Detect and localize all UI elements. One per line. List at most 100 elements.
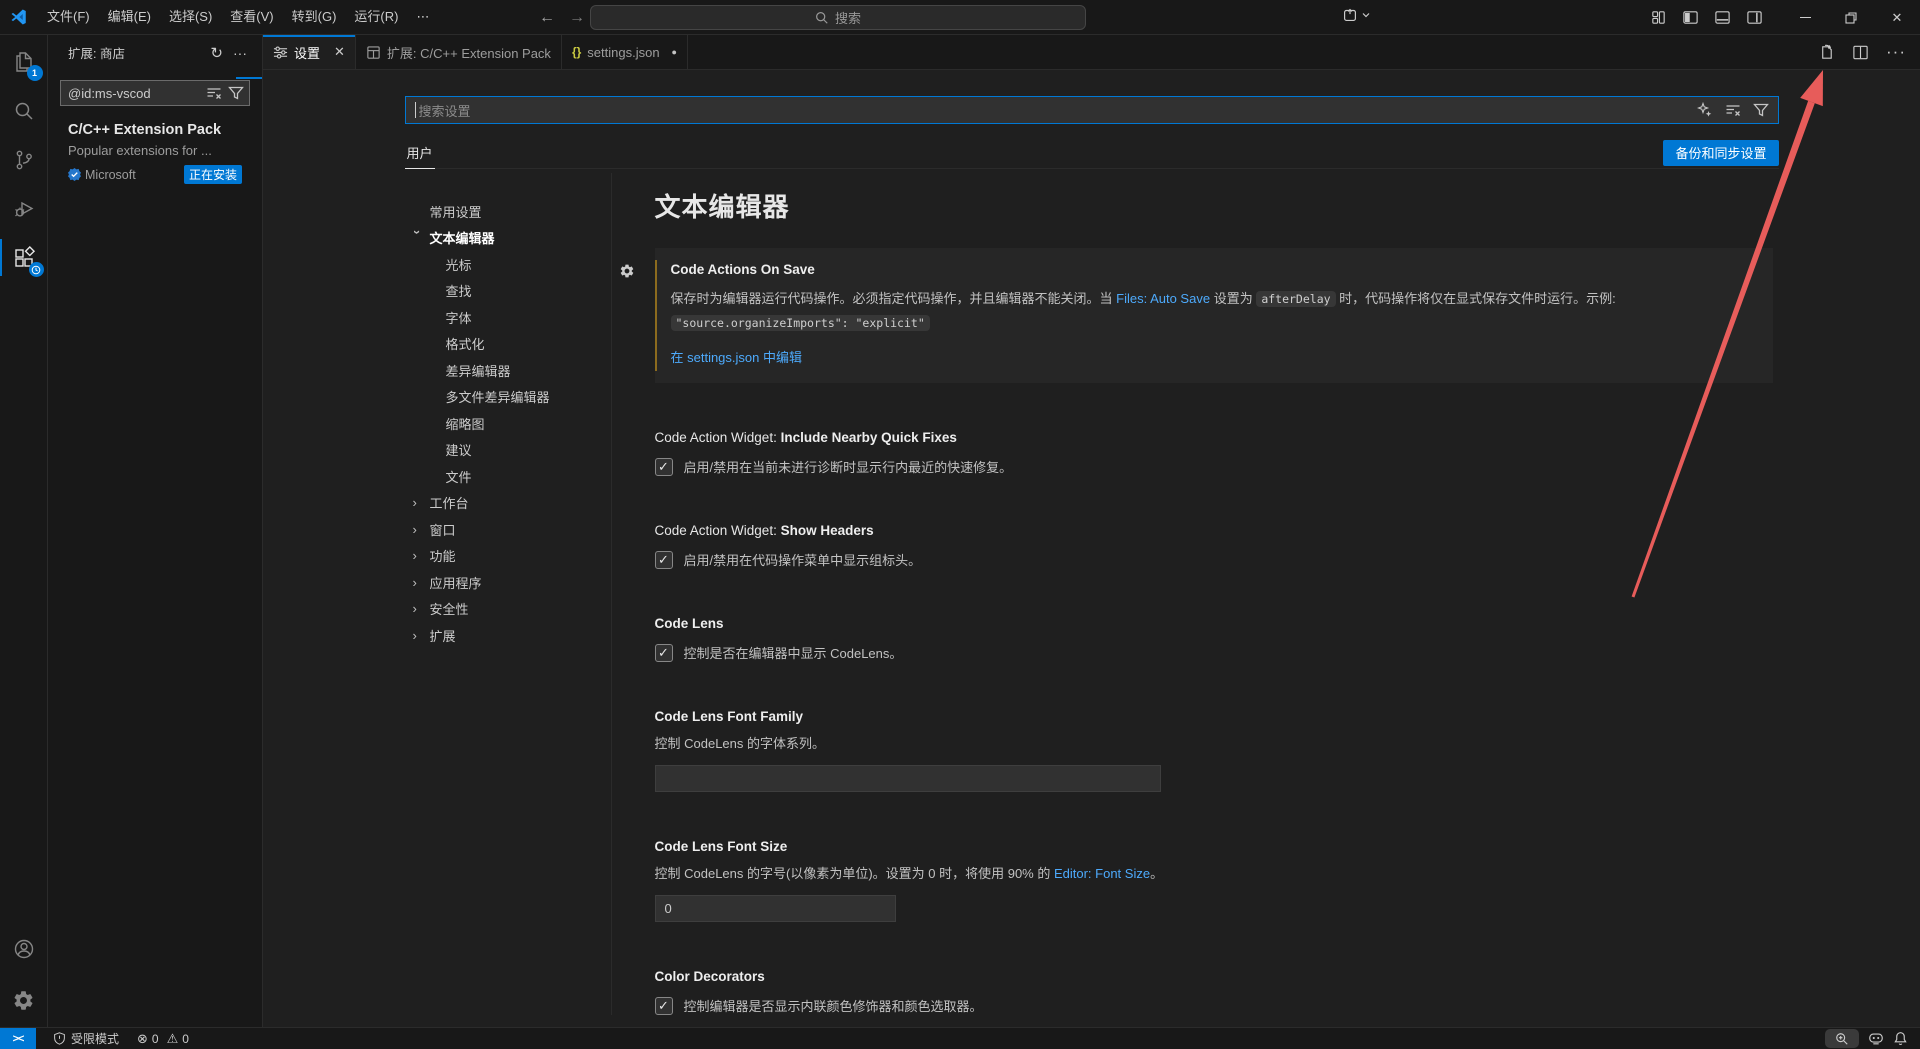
restricted-mode-label: 受限模式 <box>71 1032 120 1046</box>
filter-funnel-icon[interactable] <box>228 85 244 101</box>
command-center-search[interactable]: 搜索 <box>590 5 1086 30</box>
problems-item[interactable]: ⊗ 0 ⚠ 0 <box>128 1031 198 1047</box>
toc-item-features[interactable]: › 功能 <box>405 543 611 570</box>
editor-font-size-link[interactable]: Editor: Font Size <box>1054 866 1150 881</box>
toc-item-workbench[interactable]: › 工作台 <box>405 490 611 517</box>
setting-gear-icon[interactable] <box>619 263 635 279</box>
scope-tab-user[interactable]: 用户 <box>404 137 435 169</box>
restricted-mode-item[interactable]: 受限模式 <box>44 1028 128 1049</box>
toc-item-minimap[interactable]: 缩略图 <box>405 410 611 437</box>
setting-row-color-decorators: Color Decorators ✓ 控制编辑器是否显示内联颜色修饰器和颜色选取… <box>654 969 983 1015</box>
toc-item-window[interactable]: › 窗口 <box>405 516 611 543</box>
checkbox-checked[interactable]: ✓ <box>654 457 673 476</box>
checkbox-checked[interactable]: ✓ <box>654 643 673 662</box>
toc-item-find[interactable]: 查找 <box>405 278 611 305</box>
font-size-input[interactable]: 0 <box>654 895 896 922</box>
sync-window-icon <box>1341 6 1359 24</box>
tab-extension-editor[interactable]: 扩展: C/C++ Extension Pack <box>356 35 562 69</box>
tab-label: 设置 <box>294 45 321 61</box>
activity-bar: 1 <box>0 35 48 1027</box>
extension-list-item[interactable]: C/C++ Extension Pack Popular extensions … <box>48 106 262 194</box>
toc-item-suggestions[interactable]: 建议 <box>405 437 611 464</box>
toc-item-commonly-used[interactable]: 常用设置 <box>405 198 611 225</box>
notifications-bell-icon[interactable] <box>1893 1031 1908 1046</box>
layout-controls <box>1650 0 1763 35</box>
sidebar-title: 扩展: 商店 <box>68 47 125 61</box>
refresh-icon[interactable]: ↻ <box>205 44 228 62</box>
toggle-primary-sidebar-icon[interactable] <box>1682 9 1699 26</box>
zoom-status-icon[interactable] <box>1825 1029 1859 1048</box>
font-family-input[interactable] <box>654 765 1161 792</box>
menu-file[interactable]: 文件(F) <box>38 5 99 29</box>
source-control-icon[interactable] <box>0 135 48 184</box>
settings-gear-icon[interactable] <box>0 973 48 1027</box>
checkbox-checked[interactable]: ✓ <box>654 996 673 1015</box>
menu-run[interactable]: 运行(R) <box>345 5 407 29</box>
modified-dot-icon[interactable]: ● <box>672 47 677 57</box>
warnings-icon: ⚠ <box>166 1030 179 1046</box>
accounts-icon[interactable] <box>0 924 48 973</box>
toc-item-font[interactable]: 字体 <box>405 304 611 331</box>
run-debug-icon[interactable] <box>0 184 48 233</box>
chevron-right-icon: › <box>412 601 417 617</box>
toc-item-formatting[interactable]: 格式化 <box>405 331 611 358</box>
settings-sliders-icon <box>273 45 288 60</box>
copilot-status-icon[interactable] <box>1868 1031 1884 1046</box>
backup-sync-settings-button[interactable]: 备份和同步设置 <box>1663 139 1779 166</box>
edit-in-settings-json-link[interactable]: 在 settings.json 中编辑 <box>671 347 803 366</box>
editor-more-actions-icon[interactable]: ··· <box>1886 42 1906 62</box>
tab-settings[interactable]: 设置 ✕ <box>263 35 356 69</box>
toc-item-security[interactable]: › 安全性 <box>405 596 611 623</box>
split-editor-icon[interactable] <box>1852 44 1869 61</box>
status-bar: >< 受限模式 ⊗ 0 ⚠ 0 <box>0 1027 1920 1049</box>
minimize-button[interactable] <box>1782 0 1828 35</box>
toggle-secondary-sidebar-icon[interactable] <box>1746 9 1763 26</box>
restore-button[interactable] <box>1828 0 1874 35</box>
toggle-panel-icon[interactable] <box>1714 9 1731 26</box>
settings-filter-funnel-icon[interactable] <box>1752 102 1769 118</box>
views-more-icon[interactable]: ··· <box>228 45 252 61</box>
errors-count: 0 <box>151 1031 159 1046</box>
search-view-icon[interactable] <box>0 86 48 135</box>
open-settings-json-icon[interactable] <box>1818 44 1835 61</box>
tab-close-icon[interactable]: ✕ <box>334 44 345 60</box>
install-progress-bar <box>236 77 262 79</box>
toc-item-application[interactable]: › 应用程序 <box>405 569 611 596</box>
extensions-icon[interactable] <box>0 233 48 282</box>
tab-settings-json[interactable]: {} settings.json ● <box>562 35 688 69</box>
extensions-search-input[interactable]: @id:ms-vscod <box>60 80 250 106</box>
back-arrow-icon[interactable]: ← <box>534 0 560 35</box>
settings-search-input[interactable]: 搜索设置 <box>404 96 1779 124</box>
clear-settings-filter-icon[interactable] <box>1725 102 1741 118</box>
sync-window-dropdown[interactable] <box>1341 6 1371 24</box>
installing-clock-badge <box>28 262 44 277</box>
code-chip: "source.organizeImports": "explicit" <box>670 315 930 331</box>
setting-row-code-actions-on-save[interactable]: Code Actions On Save 保存时为编辑器运行代码操作。必须指定代… <box>620 248 1773 383</box>
files-auto-save-link[interactable]: Files: Auto Save <box>1116 291 1210 306</box>
explorer-icon[interactable]: 1 <box>0 37 48 86</box>
toc-item-diff-editor[interactable]: 差异编辑器 <box>405 357 611 384</box>
checkbox-checked[interactable]: ✓ <box>654 550 673 569</box>
toc-item-text-editor[interactable]: › 文本编辑器 <box>405 225 611 252</box>
toc-item-cursor[interactable]: 光标 <box>405 251 611 278</box>
customize-layout-icon[interactable] <box>1650 9 1667 26</box>
menu-edit[interactable]: 编辑(E) <box>99 5 160 29</box>
extensions-search-value: @id:ms-vscod <box>68 85 151 101</box>
menu-more[interactable]: ⋯ <box>407 5 438 29</box>
chevron-right-icon: › <box>412 627 417 643</box>
toc-item-multi-diff-editor[interactable]: 多文件差异编辑器 <box>405 384 611 411</box>
toc-item-files[interactable]: 文件 <box>405 463 611 490</box>
forward-arrow-icon[interactable]: → <box>564 0 590 35</box>
toc-item-extensions[interactable]: › 扩展 <box>405 622 611 649</box>
menu-goto[interactable]: 转到(G) <box>283 5 346 29</box>
setting-title: Code Actions On Save <box>670 262 815 277</box>
menu-selection[interactable]: 选择(S) <box>160 5 221 29</box>
clear-filter-icon[interactable] <box>206 85 222 101</box>
menu-view[interactable]: 查看(V) <box>221 5 282 29</box>
ai-sparkle-icon[interactable] <box>1696 102 1713 118</box>
setting-description: 启用/禁用在代码操作菜单中显示组标头。 <box>683 553 922 568</box>
chevron-right-icon: › <box>412 548 417 564</box>
remote-indicator[interactable]: >< <box>0 1028 36 1049</box>
errors-icon: ⊗ <box>137 1030 148 1046</box>
close-window-button[interactable]: ✕ <box>1874 0 1920 35</box>
